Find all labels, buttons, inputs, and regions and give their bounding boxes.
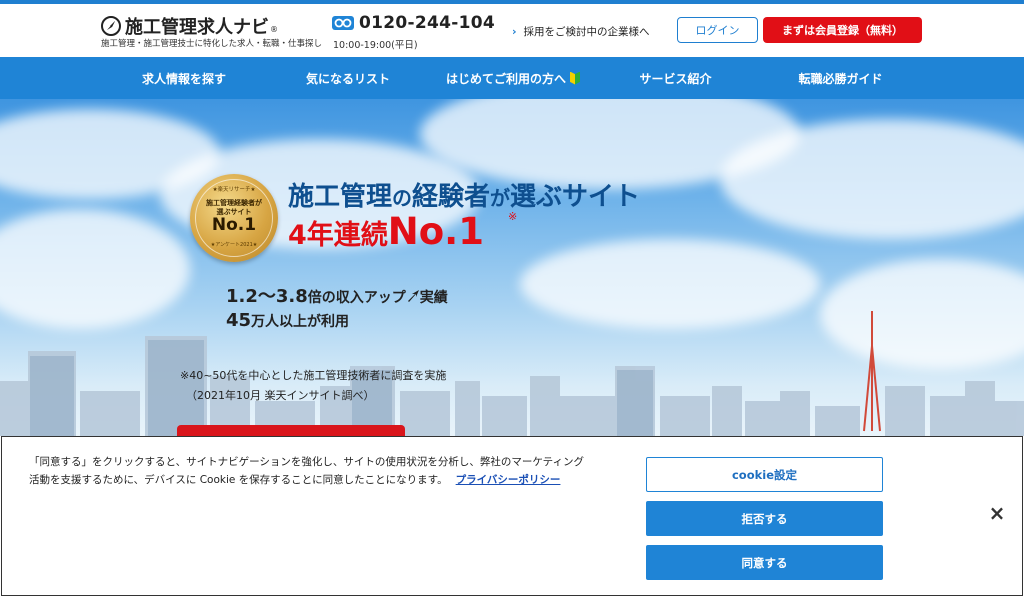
nav-item-search-jobs[interactable]: 求人情報を探す bbox=[100, 57, 268, 99]
nav-item-label: サービス紹介 bbox=[639, 71, 712, 86]
badge-bottom-text: ★アンケート2021★ bbox=[210, 242, 258, 248]
nav-item-label: はじめてご利用の方へ bbox=[445, 71, 566, 86]
login-button[interactable]: ログイン bbox=[677, 17, 758, 43]
income-stat: 1.2〜3.8倍の収入アップ 実績 bbox=[226, 286, 448, 307]
employer-link[interactable]: › 採用をご検討中の企業様へ bbox=[512, 24, 650, 39]
nav-item-service[interactable]: サービス紹介 bbox=[598, 57, 753, 99]
logo-text: 施工管理求人ナビ bbox=[125, 17, 269, 38]
beginner-mark-icon bbox=[570, 71, 580, 85]
badge-no1: No.1 bbox=[211, 215, 257, 235]
logo-tagline: 施工管理・施工管理技士に特化した求人・転職・仕事探し bbox=[101, 39, 323, 49]
nav-item-label: 気になるリスト bbox=[305, 71, 390, 86]
badge-top-text: ★楽天リサーチ★ bbox=[212, 187, 256, 193]
nav-item-guide[interactable]: 転職必勝ガイド bbox=[753, 57, 928, 99]
privacy-policy-link[interactable]: プライバシーポリシー bbox=[456, 474, 561, 486]
footnote-mark: ※ bbox=[508, 210, 518, 223]
nav-item-first-time[interactable]: はじめてご利用の方へ bbox=[428, 57, 598, 99]
compass-icon bbox=[101, 16, 121, 36]
no1-award-badge: ★楽天リサーチ★ 施工管理経験者が 選ぶサイト No.1 ★アンケート2021★ bbox=[190, 174, 278, 262]
registered-mark: ® bbox=[270, 24, 278, 34]
close-icon[interactable]: × bbox=[987, 501, 1007, 525]
cloud bbox=[720, 119, 1024, 239]
nav-item-favorites[interactable]: 気になるリスト bbox=[268, 57, 428, 99]
survey-source: （2021年10月 楽天インサイト調べ） bbox=[186, 389, 375, 402]
cookie-settings-button[interactable]: cookie設定 bbox=[646, 457, 883, 492]
phone-number-block[interactable]: 0120-244-104 bbox=[332, 13, 495, 33]
survey-note: ※40~50代を中心とした施工管理技術者に調査を実施 bbox=[180, 369, 447, 382]
phone-number: 0120-244-104 bbox=[359, 13, 495, 33]
site-header: 施工管理求人ナビ ® 施工管理・施工管理技士に特化した求人・転職・仕事探し 01… bbox=[0, 4, 1024, 57]
phone-hours: 10:00-19:00(平日) bbox=[333, 40, 418, 51]
accept-cookies-button[interactable]: 同意する bbox=[646, 545, 883, 580]
hero-headline-1: 施工管理の経験者が選ぶサイト bbox=[288, 182, 641, 212]
freedial-icon bbox=[332, 16, 354, 30]
site-logo[interactable]: 施工管理求人ナビ ® bbox=[101, 13, 278, 39]
main-nav: 求人情報を探す 気になるリスト はじめてご利用の方へ サービス紹介 転職必勝ガイ… bbox=[0, 57, 1024, 99]
employer-link-label: 採用をご検討中の企業様へ bbox=[523, 26, 650, 38]
nav-item-label: 求人情報を探す bbox=[141, 71, 226, 86]
hero-headline-2: 4年連続No.1 bbox=[288, 210, 484, 253]
nav-item-label: 転職必勝ガイド bbox=[798, 71, 883, 86]
users-stat: 45万人以上が利用 bbox=[226, 310, 350, 331]
cookie-message: 「同意する」をクリックすると、サイトナビゲーションを強化し、サイトの使用状況を分… bbox=[29, 456, 585, 486]
reject-cookies-button[interactable]: 拒否する bbox=[646, 501, 883, 536]
register-button[interactable]: まずは会員登録（無料） bbox=[763, 17, 922, 43]
cookie-consent-banner: 「同意する」をクリックすると、サイトナビゲーションを強化し、サイトの使用状況を分… bbox=[1, 436, 1023, 596]
arrow-up-right-icon bbox=[407, 290, 419, 302]
city-skyline bbox=[0, 311, 1024, 436]
chevron-right-icon: › bbox=[512, 25, 517, 38]
hero-banner bbox=[0, 99, 1024, 436]
